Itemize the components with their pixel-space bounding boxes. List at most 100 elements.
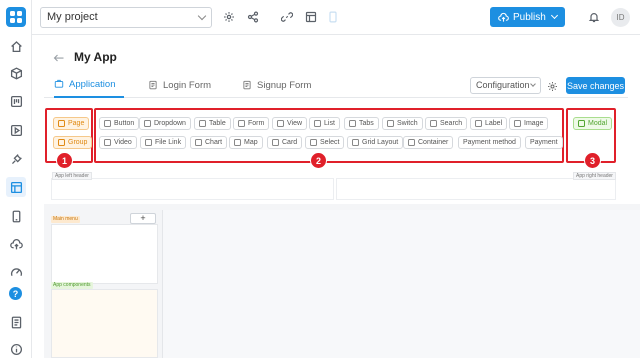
chip-label: Tabs — [359, 120, 374, 127]
chip-label: Grid Layout — [362, 139, 399, 146]
palette-chip-map[interactable]: Map — [229, 136, 263, 149]
chip-label: Label — [485, 120, 503, 127]
chip-label: Payment — [530, 139, 558, 146]
app-left-header-zone[interactable] — [51, 178, 334, 200]
palette-chip-page[interactable]: Page — [53, 117, 90, 130]
home-icon[interactable] — [6, 36, 26, 56]
add-menu-item-button[interactable]: + — [130, 213, 156, 224]
card-icon — [272, 139, 279, 146]
map-icon — [234, 139, 241, 146]
palette-chip-chart[interactable]: Chart — [190, 136, 228, 149]
container-icon — [408, 139, 415, 146]
application-icon — [54, 79, 64, 88]
cloud-upload-icon[interactable] — [6, 234, 26, 254]
tab-signup-form[interactable]: Signup Form — [242, 72, 322, 98]
app-components-label: App components — [51, 282, 93, 289]
palette-chip-file-link[interactable]: File Link — [140, 136, 187, 149]
callout-badge-3: 3 — [584, 152, 601, 169]
app-right-header-zone[interactable] — [336, 178, 616, 200]
settings-gear-icon[interactable] — [221, 9, 237, 25]
document-icon[interactable] — [6, 312, 26, 332]
palette-chip-label[interactable]: Label — [470, 117, 508, 130]
tab-login-form[interactable]: Login Form — [148, 72, 218, 98]
device-mobile-icon[interactable] — [325, 9, 341, 25]
palette-chip-table[interactable]: Table — [194, 117, 231, 130]
palette-chip-payment-method[interactable]: Payment method — [458, 136, 521, 149]
app-root: ? My project Publish ID My App Applicati… — [0, 0, 640, 358]
form-icon — [238, 120, 245, 127]
app-left-header-label: App left header — [52, 172, 92, 180]
gauge-icon[interactable] — [6, 262, 26, 282]
configuration-gear-icon[interactable] — [547, 79, 559, 91]
palette-chip-list[interactable]: List — [309, 117, 340, 130]
switch-icon — [387, 120, 394, 127]
palette-chip-select[interactable]: Select — [305, 136, 345, 149]
board-icon[interactable] — [6, 91, 26, 111]
palette-chip-group[interactable]: Group — [53, 136, 93, 149]
chip-label: View — [287, 120, 303, 127]
play-icon[interactable] — [6, 120, 26, 140]
main-menu-zone[interactable] — [51, 224, 158, 284]
configuration-label: Configuration — [476, 80, 530, 90]
back-arrow-icon[interactable] — [53, 51, 65, 63]
tab-label: Signup Form — [257, 79, 312, 91]
chip-label: Map — [244, 139, 258, 146]
palette-chip-video[interactable]: Video — [99, 136, 137, 149]
palette-chip-grid-layout[interactable]: Grid Layout — [347, 136, 404, 149]
chip-label: Button — [114, 120, 135, 127]
palette-chip-dropdown[interactable]: Dropdown — [139, 117, 191, 130]
app-components-zone[interactable] — [51, 289, 158, 358]
chevron-down-icon — [530, 81, 536, 87]
chip-label: Video — [114, 139, 132, 146]
save-changes-button[interactable]: Save changes — [566, 77, 625, 94]
chip-label: Page — [68, 120, 85, 127]
main-canvas-area[interactable] — [162, 210, 640, 358]
palette-chip-card[interactable]: Card — [267, 136, 303, 149]
configuration-select[interactable]: Configuration — [470, 77, 541, 94]
palette-chip-search[interactable]: Search — [425, 117, 468, 130]
chip-label: Search — [440, 120, 463, 127]
palette-chip-tabs[interactable]: Tabs — [344, 117, 379, 130]
layout-icon[interactable] — [6, 177, 26, 197]
palette-chip-image[interactable]: Image — [509, 117, 549, 130]
tab-application[interactable]: Application — [54, 72, 124, 98]
form-icon — [149, 80, 157, 90]
chip-label: Select — [320, 139, 340, 146]
group-icon — [58, 139, 65, 146]
publish-button[interactable]: Publish — [490, 7, 565, 27]
main-menu-label: Main menu — [51, 216, 80, 223]
palette-chip-modal[interactable]: Modal — [573, 117, 613, 130]
chip-label: Payment method — [463, 139, 516, 146]
chart-icon — [195, 139, 202, 146]
bell-icon[interactable] — [586, 9, 602, 25]
video-icon — [104, 139, 111, 146]
left-rail: ? — [0, 0, 32, 358]
form-icon — [243, 80, 251, 90]
top-bar: My project Publish ID — [32, 0, 640, 35]
palette-chip-payment[interactable]: Payment — [525, 136, 563, 149]
palette-chip-form[interactable]: Form — [233, 117, 270, 130]
share-icon[interactable] — [245, 9, 261, 25]
page-title: My App — [74, 50, 117, 64]
image-icon — [514, 120, 521, 127]
project-select[interactable]: My project — [40, 7, 212, 28]
user-avatar[interactable]: ID — [611, 8, 630, 27]
palette-chip-container[interactable]: Container — [403, 136, 454, 149]
plugin-icon[interactable] — [6, 149, 26, 169]
publish-label: Publish — [513, 11, 546, 23]
cube-icon[interactable] — [6, 63, 26, 83]
link-icon[interactable] — [279, 9, 295, 25]
palette-chip-button[interactable]: Button — [99, 117, 140, 130]
chip-label: Chart — [205, 139, 223, 146]
help-icon[interactable]: ? — [9, 287, 22, 300]
palette-chip-switch[interactable]: Switch — [382, 117, 423, 130]
chip-label: Group — [68, 139, 88, 146]
info-icon[interactable] — [6, 339, 26, 358]
chevron-down-icon — [197, 11, 207, 21]
app-logo-icon[interactable] — [6, 7, 26, 27]
panel-icon[interactable] — [303, 9, 319, 25]
chip-label: Container — [418, 139, 449, 146]
page-icon — [58, 120, 65, 127]
mobile-icon[interactable] — [6, 206, 26, 226]
palette-chip-view[interactable]: View — [272, 117, 308, 130]
